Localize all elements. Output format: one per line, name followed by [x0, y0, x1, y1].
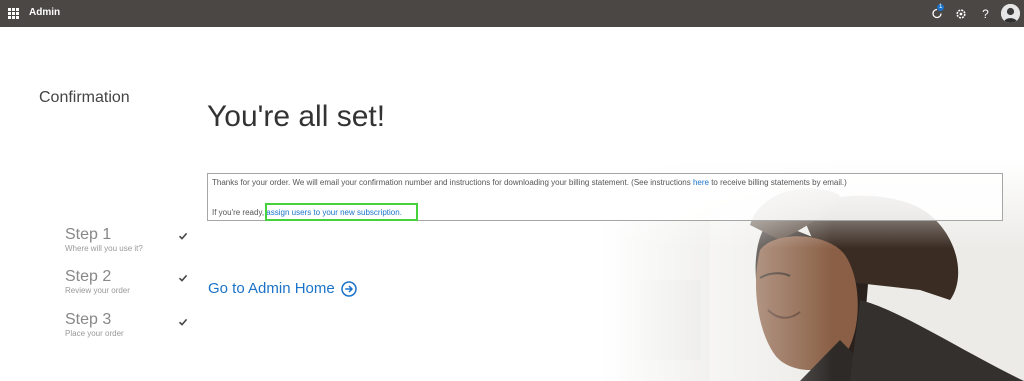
step-1-check-icon	[178, 232, 188, 240]
arrow-right-circle-icon	[340, 280, 357, 297]
step-subtitle: Where will you use it?	[65, 244, 143, 253]
ready-prefix: If you're ready,	[212, 208, 267, 217]
message-text: Thanks for your order. We will email you…	[212, 178, 693, 187]
sidebar-title: Confirmation	[39, 89, 130, 106]
step-2: Step 2 Review your order	[65, 268, 130, 296]
step-3-check-icon	[178, 318, 188, 326]
avatar[interactable]	[1001, 4, 1020, 23]
step-1: Step 1 Where will you use it?	[65, 226, 143, 254]
step-2-check-icon	[178, 274, 188, 282]
step-subtitle: Place your order	[65, 329, 124, 338]
page-title: You're all set!	[207, 100, 386, 133]
top-bar: Admin 1 ?	[0, 0, 1024, 27]
go-to-admin-home-link[interactable]: Go to Admin Home	[208, 280, 357, 297]
step-subtitle: Review your order	[65, 286, 130, 295]
notification-icon[interactable]: 1	[927, 4, 946, 23]
instructions-here-link[interactable]: here	[693, 178, 709, 187]
app-launcher-icon[interactable]	[8, 8, 19, 19]
step-title: Step 1	[65, 226, 112, 243]
notification-badge: 1	[937, 4, 945, 11]
go-home-label: Go to Admin Home	[208, 280, 335, 297]
help-icon[interactable]: ?	[976, 4, 995, 23]
step-3: Step 3 Place your order	[65, 311, 124, 339]
step-title: Step 2	[65, 268, 112, 285]
highlight-box	[265, 203, 418, 221]
app-title[interactable]: Admin	[29, 7, 60, 18]
gear-icon[interactable]	[951, 4, 970, 23]
message-text-end: to receive billing statements by email.)	[708, 178, 847, 187]
confirmation-message: Thanks for your order. We will email you…	[212, 178, 847, 187]
step-title: Step 3	[65, 311, 112, 328]
